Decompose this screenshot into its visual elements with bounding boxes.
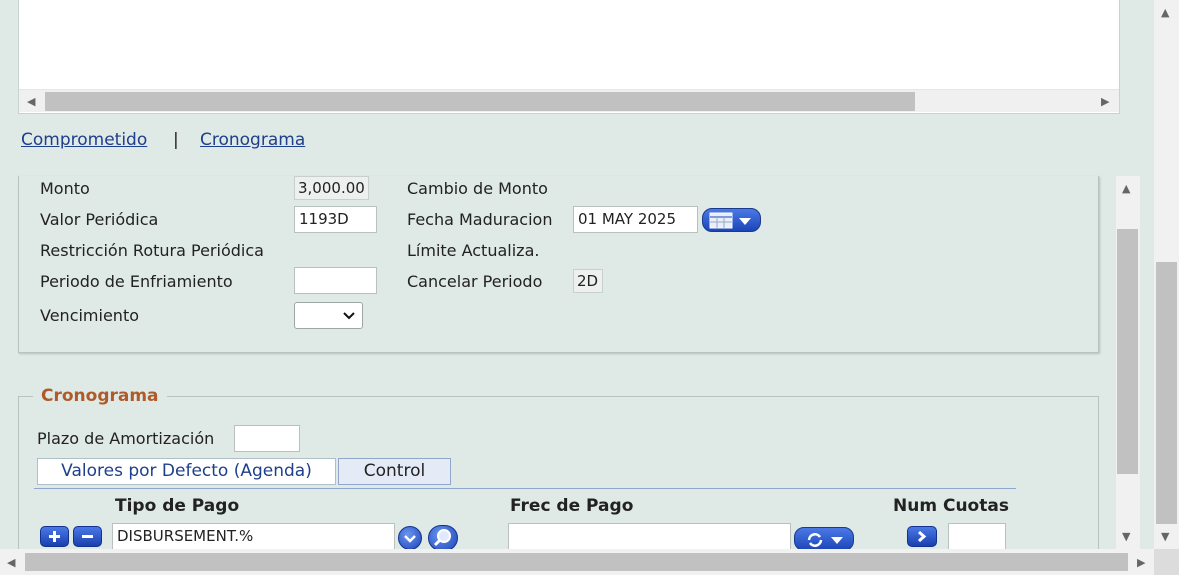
valor-periodica-label: Valor Periódica [40,210,159,229]
add-row-button[interactable] [40,526,69,547]
scroll-down-arrow-icon[interactable]: ▼ [1122,531,1130,542]
section-scroll-thumb[interactable] [1117,229,1138,474]
scroll-left-arrow-icon[interactable]: ◀ [27,96,35,107]
scrollbar-corner [1154,549,1179,575]
monto-label: Monto [40,179,90,198]
page-scroll-up-arrow-icon[interactable]: ▲ [1161,7,1169,18]
tipo-pago-search-button[interactable] [428,525,458,551]
vencimiento-label: Vencimiento [40,306,140,325]
num-cuotas-header: Num Cuotas [893,496,1009,516]
tipo-pago-header: Tipo de Pago [115,496,240,516]
restriccion-label: Restricción Rotura Periódica [40,241,264,260]
frec-pago-input[interactable] [508,523,791,552]
remove-row-button[interactable] [73,526,102,547]
num-cuotas-next-button[interactable] [907,526,937,547]
cronograma-legend: Cronograma [33,386,167,406]
scroll-up-arrow-icon[interactable]: ▲ [1122,183,1130,194]
page-scroll-down-arrow-icon[interactable]: ▼ [1161,531,1169,542]
cancelar-periodo-value: 2D [573,269,603,293]
section-vertical-scrollbar[interactable]: ▲ ▼ [1116,176,1140,549]
tab-control[interactable]: Control [338,458,451,485]
fecha-maduracion-label: Fecha Maduracion [407,210,553,229]
cronograma-link[interactable]: Cronograma [200,130,305,150]
plazo-amortizacion-label: Plazo de Amortización [37,429,215,448]
fecha-maduracion-input[interactable]: 01 MAY 2025 [573,206,698,233]
link-separator: | [173,130,179,150]
comprometido-link[interactable]: Comprometido [21,130,147,150]
chevron-down-icon [343,312,355,320]
tab-underline [34,488,1016,489]
page-scroll-left-arrow-icon[interactable]: ◀ [7,557,15,568]
periodo-enfriamiento-label: Periodo de Enfriamiento [40,272,233,291]
cambio-monto-label: Cambio de Monto [407,179,548,198]
page-scroll-right-arrow-icon[interactable]: ▶ [1137,557,1145,568]
magnifier-icon [433,529,451,547]
deposit-details-section [18,176,1099,353]
grid-horizontal-scrollbar[interactable]: ◀ ▶ [19,89,1119,112]
tipo-pago-input[interactable]: DISBURSEMENT.% [112,523,395,552]
valor-periodica-input[interactable]: 1193D [294,206,377,233]
page-hscroll-thumb[interactable] [25,553,1128,571]
num-cuotas-input[interactable] [948,523,1006,552]
calendar-picker-button[interactable] [702,208,761,232]
cancelar-periodo-label: Cancelar Periodo [407,272,543,291]
grid-scroll-thumb[interactable] [45,92,915,111]
chevron-down-icon [404,535,416,543]
minus-icon [82,535,93,538]
frec-pago-recurrence-button[interactable] [794,527,854,551]
vencimiento-select[interactable] [294,302,363,329]
tipo-pago-dropdown-button[interactable] [398,526,422,550]
refresh-icon [807,533,843,547]
frec-pago-header: Frec de Pago [510,496,634,516]
tab-valores-por-defecto[interactable]: Valores por Defecto (Agenda) [37,458,336,485]
limite-actualiza-label: Límite Actualiza. [407,241,540,260]
monto-value: 3,000.00 [294,176,369,200]
calendar-icon [709,212,751,229]
plus-icon [49,531,60,542]
page-vertical-scrollbar[interactable]: ▲ ▼ [1154,0,1179,549]
plazo-amortizacion-input[interactable] [234,425,300,452]
periodo-enfriamiento-input[interactable] [294,267,377,294]
scroll-right-arrow-icon[interactable]: ▶ [1101,96,1109,107]
page-horizontal-scrollbar[interactable]: ◀ ▶ [0,549,1154,575]
chevron-right-icon [917,530,927,543]
page-scroll-thumb[interactable] [1156,262,1177,524]
